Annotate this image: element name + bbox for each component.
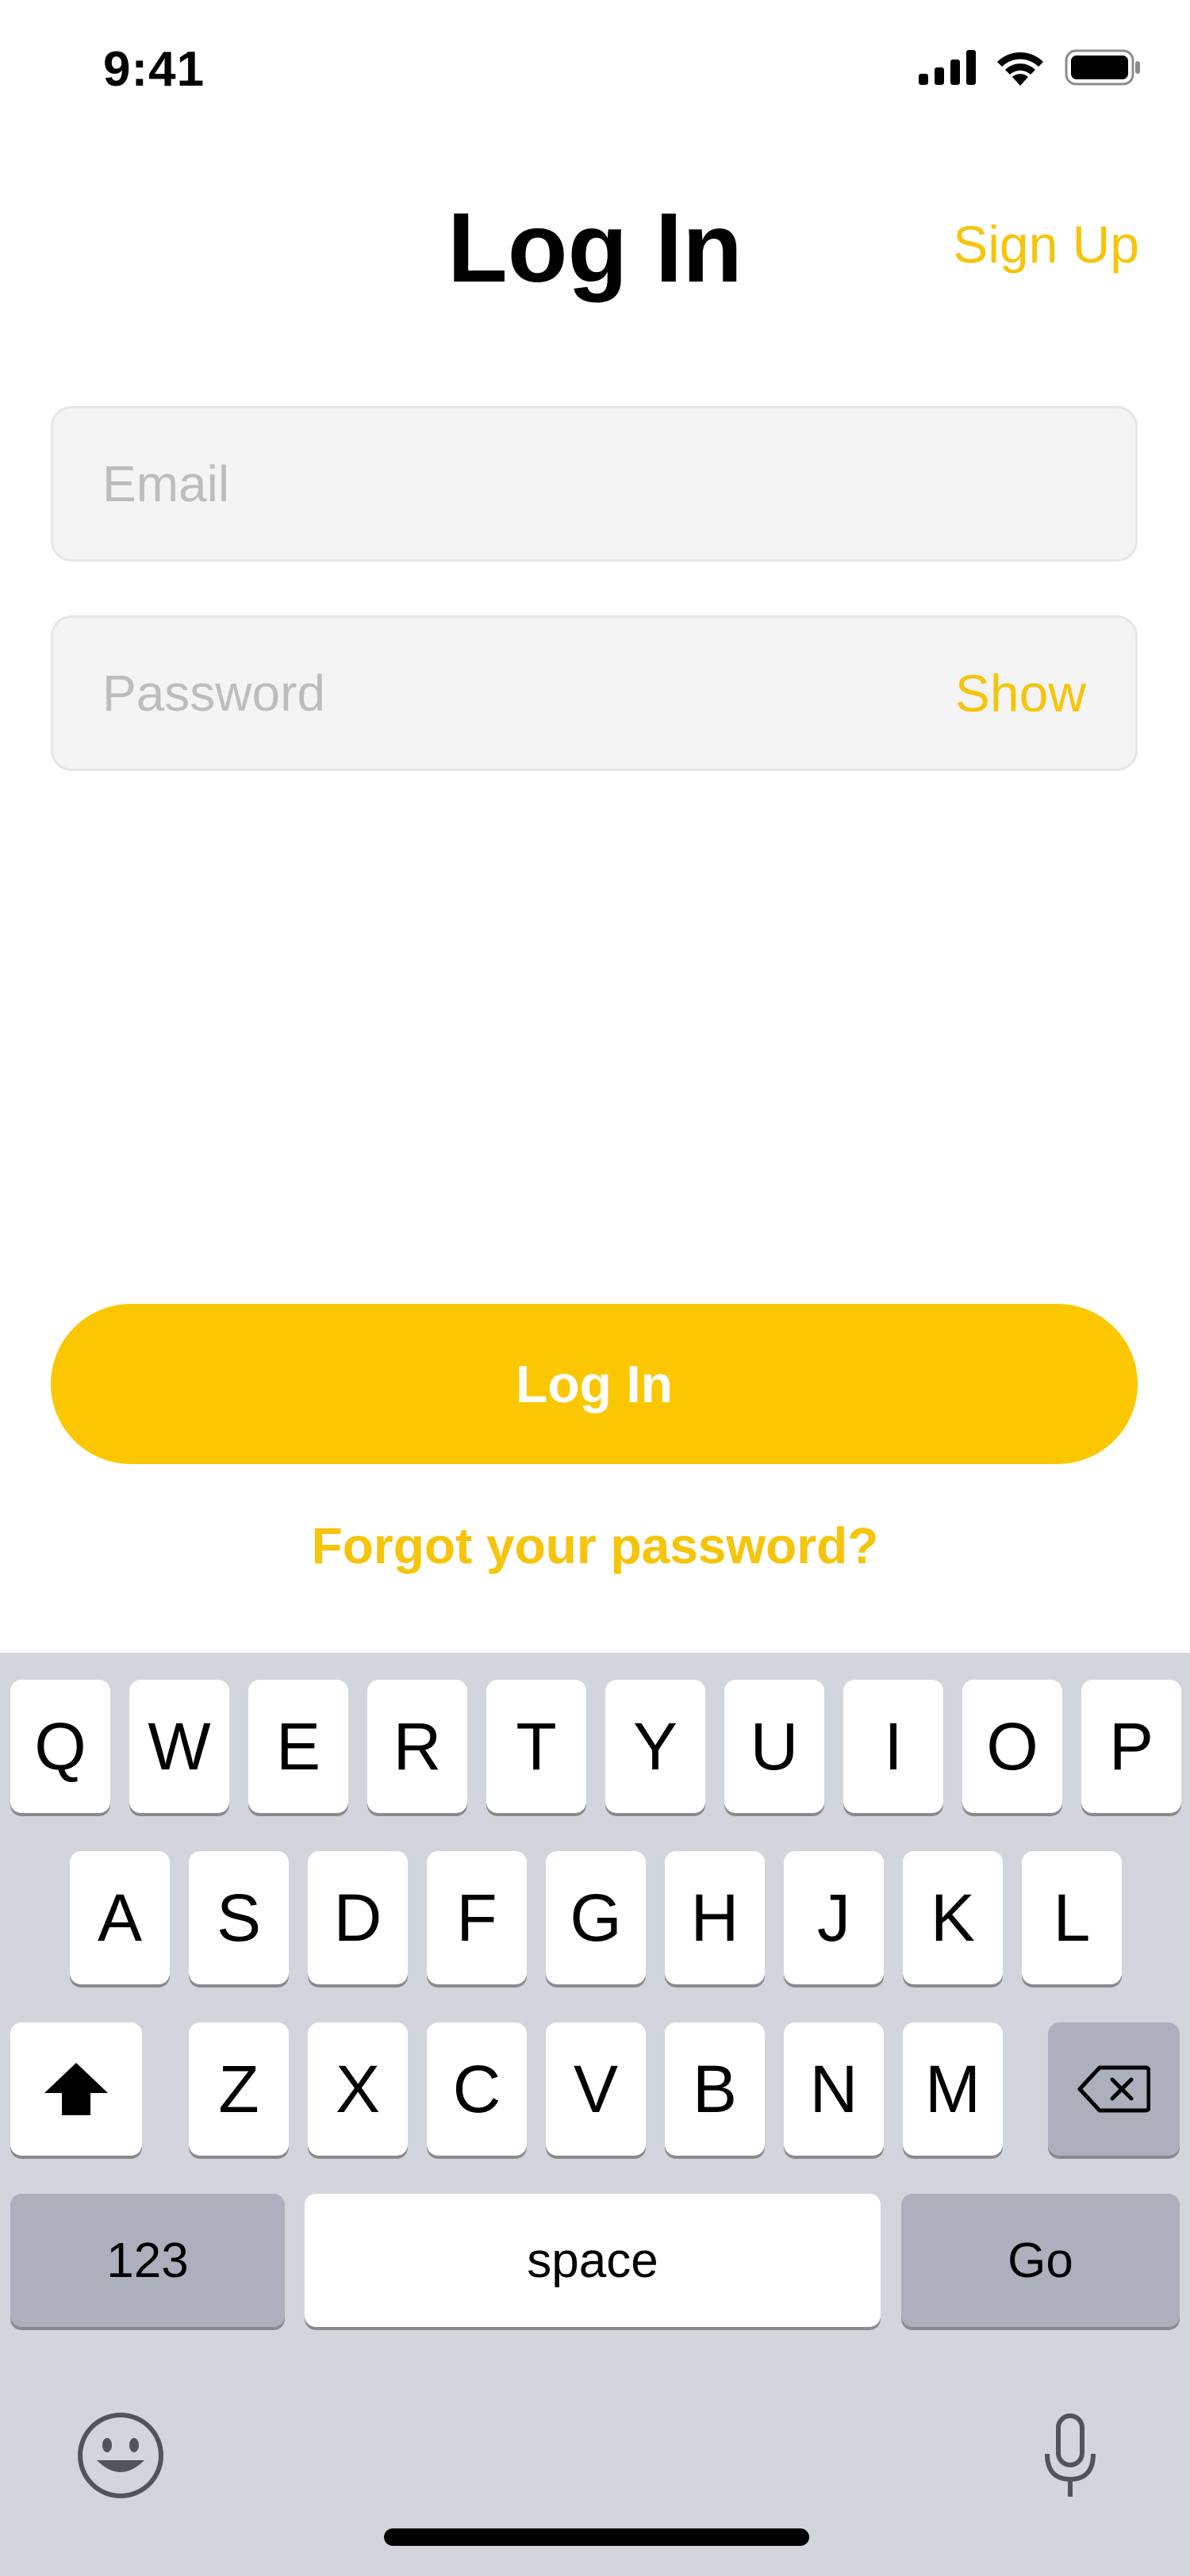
- key-i[interactable]: I: [843, 1680, 943, 1813]
- status-icons: [919, 49, 1141, 86]
- key-e[interactable]: E: [248, 1680, 348, 1813]
- password-input[interactable]: [53, 617, 955, 769]
- key-u[interactable]: U: [724, 1680, 824, 1813]
- key-p[interactable]: P: [1081, 1680, 1181, 1813]
- signup-link[interactable]: Sign Up: [953, 214, 1139, 274]
- login-button-label: Log In: [516, 1355, 673, 1413]
- key-k[interactable]: K: [903, 1851, 1003, 1984]
- key-v[interactable]: V: [546, 2022, 646, 2156]
- key-h[interactable]: H: [665, 1851, 765, 1984]
- key-n[interactable]: N: [784, 2022, 884, 2156]
- shift-key[interactable]: [10, 2022, 142, 2156]
- forgot-password-link[interactable]: Forgot your password?: [0, 1516, 1190, 1575]
- delete-key[interactable]: [1048, 2022, 1180, 2156]
- key-r[interactable]: R: [367, 1680, 467, 1813]
- email-input[interactable]: [53, 408, 1135, 560]
- key-l[interactable]: L: [1022, 1851, 1122, 1984]
- password-field[interactable]: Show: [51, 615, 1138, 771]
- key-w[interactable]: W: [129, 1680, 229, 1813]
- key-y[interactable]: Y: [605, 1680, 705, 1813]
- key-x[interactable]: X: [308, 2022, 408, 2156]
- key-a[interactable]: A: [70, 1851, 170, 1984]
- key-o[interactable]: O: [962, 1680, 1062, 1813]
- key-s[interactable]: S: [189, 1851, 289, 1984]
- key-t[interactable]: T: [486, 1680, 586, 1813]
- microphone-icon[interactable]: [1042, 2413, 1098, 2501]
- shift-arrow-icon: [44, 2063, 108, 2115]
- status-time: 9:41: [103, 42, 205, 97]
- go-key[interactable]: Go: [901, 2194, 1180, 2327]
- backspace-icon: [1077, 2065, 1150, 2113]
- keyboard: Q W E R T Y U I O P A S D F G H J K L Z …: [0, 1653, 1190, 2576]
- email-field[interactable]: [51, 406, 1138, 562]
- key-b[interactable]: B: [665, 2022, 765, 2156]
- show-password-toggle[interactable]: Show: [955, 663, 1135, 723]
- key-j[interactable]: J: [784, 1851, 884, 1984]
- key-z[interactable]: Z: [189, 2022, 289, 2156]
- space-key[interactable]: space: [305, 2194, 881, 2327]
- key-m[interactable]: M: [903, 2022, 1003, 2156]
- wifi-icon: [997, 52, 1043, 86]
- home-indicator: [384, 2528, 809, 2546]
- key-d[interactable]: D: [308, 1851, 408, 1984]
- battery-icon: [1065, 49, 1140, 86]
- key-c[interactable]: C: [427, 2022, 527, 2156]
- numbers-key[interactable]: 123: [10, 2194, 285, 2327]
- key-f[interactable]: F: [427, 1851, 527, 1984]
- login-button[interactable]: Log In: [51, 1304, 1138, 1464]
- key-g[interactable]: G: [546, 1851, 646, 1984]
- cellular-signal-icon: [919, 50, 976, 85]
- emoji-face-icon[interactable]: [76, 2411, 165, 2500]
- key-q[interactable]: Q: [10, 1680, 110, 1813]
